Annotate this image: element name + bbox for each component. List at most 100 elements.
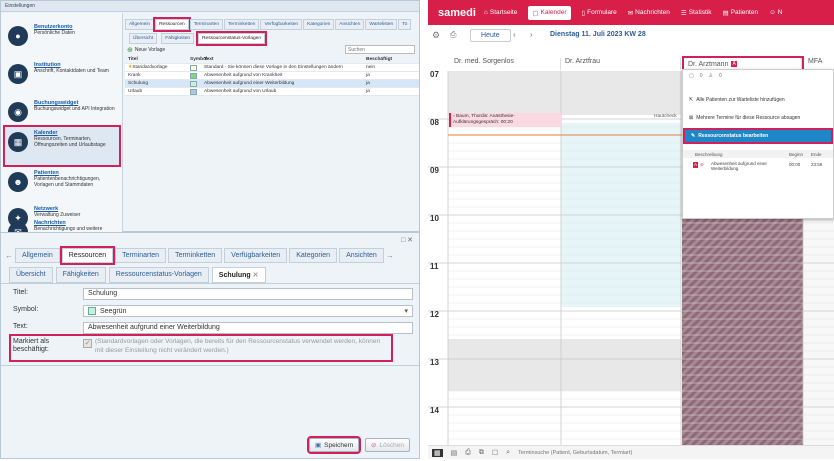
nav-statistik[interactable]: ☰ Statistik [681, 9, 712, 17]
nav-item-calendar[interactable]: ▦ Kalender Ressourcen, Terminarten, Öffnu… [3, 125, 121, 167]
subtab-ressourcenstatus[interactable]: Ressourcenstatus-Vorlagen [196, 31, 268, 46]
col-title: Titel [128, 57, 138, 62]
nav-nachrichten[interactable]: ✉ Nachrichten [628, 9, 670, 17]
text-field[interactable]: Abwesenheit aufgrund einer Weiterbildung [83, 322, 413, 334]
nav-item-widget[interactable]: ◉ Buchungswidget Buchungswidget und API I… [5, 97, 119, 130]
nav-item-patients[interactable]: ☻ Patienten Patientenbenachrichtigungen, … [5, 167, 119, 200]
tab-more[interactable]: To [398, 19, 412, 30]
app-header: samedi ⌂ Startseite ▢ Kalender ▯ Formulare … [428, 0, 834, 25]
tab-kategorien[interactable]: Kategorien [303, 19, 335, 30]
delete-icon[interactable]: ⊘ [700, 162, 704, 168]
tab-allgemein[interactable]: Allgemein [125, 19, 155, 30]
tab-ansichten[interactable]: Ansichten [335, 19, 365, 30]
today-button[interactable]: Heute [470, 29, 511, 42]
divider [1, 283, 419, 284]
nav-label: Kalender [540, 9, 567, 16]
tab-wartelisten[interactable]: Wartelisten [365, 19, 398, 30]
settings-gear-icon[interactable]: ⚙ [432, 30, 440, 41]
status-row[interactable]: A ⊘ Abwesenheit aufgrund einer Weiterbil… [683, 161, 833, 172]
tab-terminarten[interactable]: Terminarten [115, 248, 167, 263]
menu-item-waitlist[interactable]: ⇱ Alle Patienten zur Warteliste hinzufüge… [683, 94, 833, 106]
subtab-faehigkeiten[interactable]: Fähigkeiten [55, 267, 106, 283]
nav-item-messages[interactable]: ✉ Nachrichten Benachrichtigungs und weite… [5, 217, 119, 233]
col-symbol: Symbol [190, 57, 208, 62]
arrow-right-icon[interactable]: → [386, 251, 394, 260]
nav-desc: Ressourcen, Terminarten, Öffnungszeiten … [34, 136, 106, 148]
nav-startseite[interactable]: ⌂ Startseite [484, 9, 517, 16]
user-icon: ☺ [769, 9, 776, 16]
subtab-uebersicht[interactable]: Übersicht [9, 267, 53, 283]
calendar-toggle-icon[interactable]: ▦ [432, 448, 443, 457]
tab-ressourcen[interactable]: Ressourcen [153, 17, 191, 32]
tab-verfuegbarkeiten[interactable]: Verfügbarkeiten [224, 248, 288, 263]
tab-allgemein[interactable]: Allgemein [15, 248, 60, 263]
delete-button[interactable]: ⊘ Löschen [365, 438, 411, 452]
tab-terminketten[interactable]: Terminketten [168, 248, 223, 263]
tab-terminarten[interactable]: Terminarten [189, 19, 224, 30]
brand-logo[interactable]: samedi [438, 7, 476, 19]
symbol-select[interactable]: Seegrün ▾ [83, 305, 413, 317]
arrow-left-icon[interactable]: ← [5, 251, 13, 260]
nav-formulare[interactable]: ▯ Formulare [582, 9, 617, 17]
chevron-down-icon: ▾ [404, 308, 408, 315]
subtab-ressourcenstatus[interactable]: Ressourcenstatus-Vorlagen [108, 267, 209, 283]
nav-label: Nachrichten [635, 9, 670, 16]
nav-patienten[interactable]: ▤ Patienten [722, 9, 758, 17]
new-template-button[interactable]: ⊕ Neue Vorlage [127, 46, 165, 54]
table-row[interactable]: Krank Abwesenheit aufgrund von Krankheit… [125, 72, 419, 80]
nav-item-account[interactable]: ● Benutzerkonto Persönliche Daten [5, 21, 119, 54]
table-row[interactable]: ★Standardvorlage Standard - Sie können d… [125, 64, 419, 72]
patient-icon: ▤ [722, 9, 729, 17]
nav-item-institution[interactable]: ▣ Institution Anschrift, Kontaktdaten und… [5, 59, 119, 92]
save-button[interactable]: ▣ Speichern [306, 436, 362, 454]
menu-item-edit-status[interactable]: ✎ Ressourcenstatus bearbeiten [683, 128, 833, 144]
subtab-uebersicht[interactable]: Übersicht [129, 33, 158, 44]
col-description: Beschreibung [695, 151, 723, 157]
waitlist-icon: ⇱ [689, 97, 694, 103]
hour-label: 12 [430, 310, 439, 319]
symbol-label: Symbol: [13, 306, 39, 313]
nav-item-messages-wrap: ✉ Nachrichten Benachrichtigungs und weite… [1, 213, 123, 233]
column-header-arztfrau[interactable]: Dr. Arztfrau [561, 58, 681, 70]
detail-subtabs: Übersicht Fähigkeiten Ressourcenstatus-V… [9, 267, 266, 283]
tab-verfuegbarkeiten[interactable]: Verfügbarkeiten [260, 19, 303, 30]
tab-terminketten[interactable]: Terminketten [224, 19, 260, 30]
print-icon[interactable]: ⎙ [465, 449, 471, 457]
grid-icon[interactable]: ▤ [451, 449, 458, 457]
next-icon[interactable]: › [530, 30, 533, 39]
title-field[interactable]: Schulung [83, 288, 413, 300]
subtab-schulung[interactable]: Schulung ✕ [211, 267, 266, 283]
search-input[interactable] [345, 45, 415, 54]
table-row-selected[interactable]: Schulung Abwesenheit aufgrund einer Weit… [125, 80, 419, 88]
appointment-search-input[interactable] [518, 449, 719, 456]
tab-kategorien[interactable]: Kategorien [289, 248, 338, 263]
clipboard-icon[interactable]: ☐ [492, 449, 498, 457]
calendar-view: ⚙ ⎙ Heute ‹ › Dienstag 11. Juli 2023 KW … [428, 25, 834, 461]
window-controls-icon[interactable]: □ ✕ [401, 236, 413, 244]
nav-kalender[interactable]: ▢ Kalender [528, 5, 571, 20]
color-swatch [190, 80, 197, 87]
tab-ressourcen[interactable]: Ressourcen [59, 246, 116, 265]
table-row[interactable]: Urlaub Abwesenheit aufgrund von Urlaub j… [125, 88, 419, 96]
prev-icon[interactable]: ‹ [513, 30, 516, 39]
status-badge-icon[interactable]: A [693, 162, 699, 168]
hour-label: 09 [430, 166, 439, 175]
appointment-block[interactable]: ▫ Baum, Thordis: Anästhesie-Aufklärungsg… [449, 113, 561, 127]
resource-popup: ▢ 0 ♙ 0 ⇱ Alle Patienten zur Warteliste hin… [682, 69, 834, 219]
row-title: Standardvorlage [132, 65, 168, 70]
nav-more[interactable]: ☺ N [769, 9, 782, 16]
column-header-sorgenlos[interactable]: Dr. med. Sorgenlos [448, 58, 561, 70]
row-text: Abwesenheit aufgrund von Urlaub [204, 89, 277, 94]
busy-checkbox[interactable]: ✓ [83, 339, 92, 348]
save-label: Speichern [324, 441, 354, 449]
close-icon[interactable]: ✕ [253, 272, 259, 279]
copy-icon[interactable]: ⧉ [479, 449, 484, 457]
tab-ansichten[interactable]: Ansichten [339, 248, 384, 263]
menu-item-cancel[interactable]: ⊠ Mehrere Termine für diese Ressource abs… [683, 112, 833, 124]
appointment-hautcheck[interactable]: Hautcheck [654, 114, 677, 119]
menu-label: Mehrere Termine für diese Ressource absa… [696, 115, 801, 121]
subtab-faehigkeiten[interactable]: Fähigkeiten [161, 33, 195, 44]
popup-counts: ▢ 0 ♙ 0 [683, 70, 833, 82]
row-title: Urlaub [128, 89, 143, 94]
print-icon[interactable]: ⎙ [450, 30, 456, 40]
